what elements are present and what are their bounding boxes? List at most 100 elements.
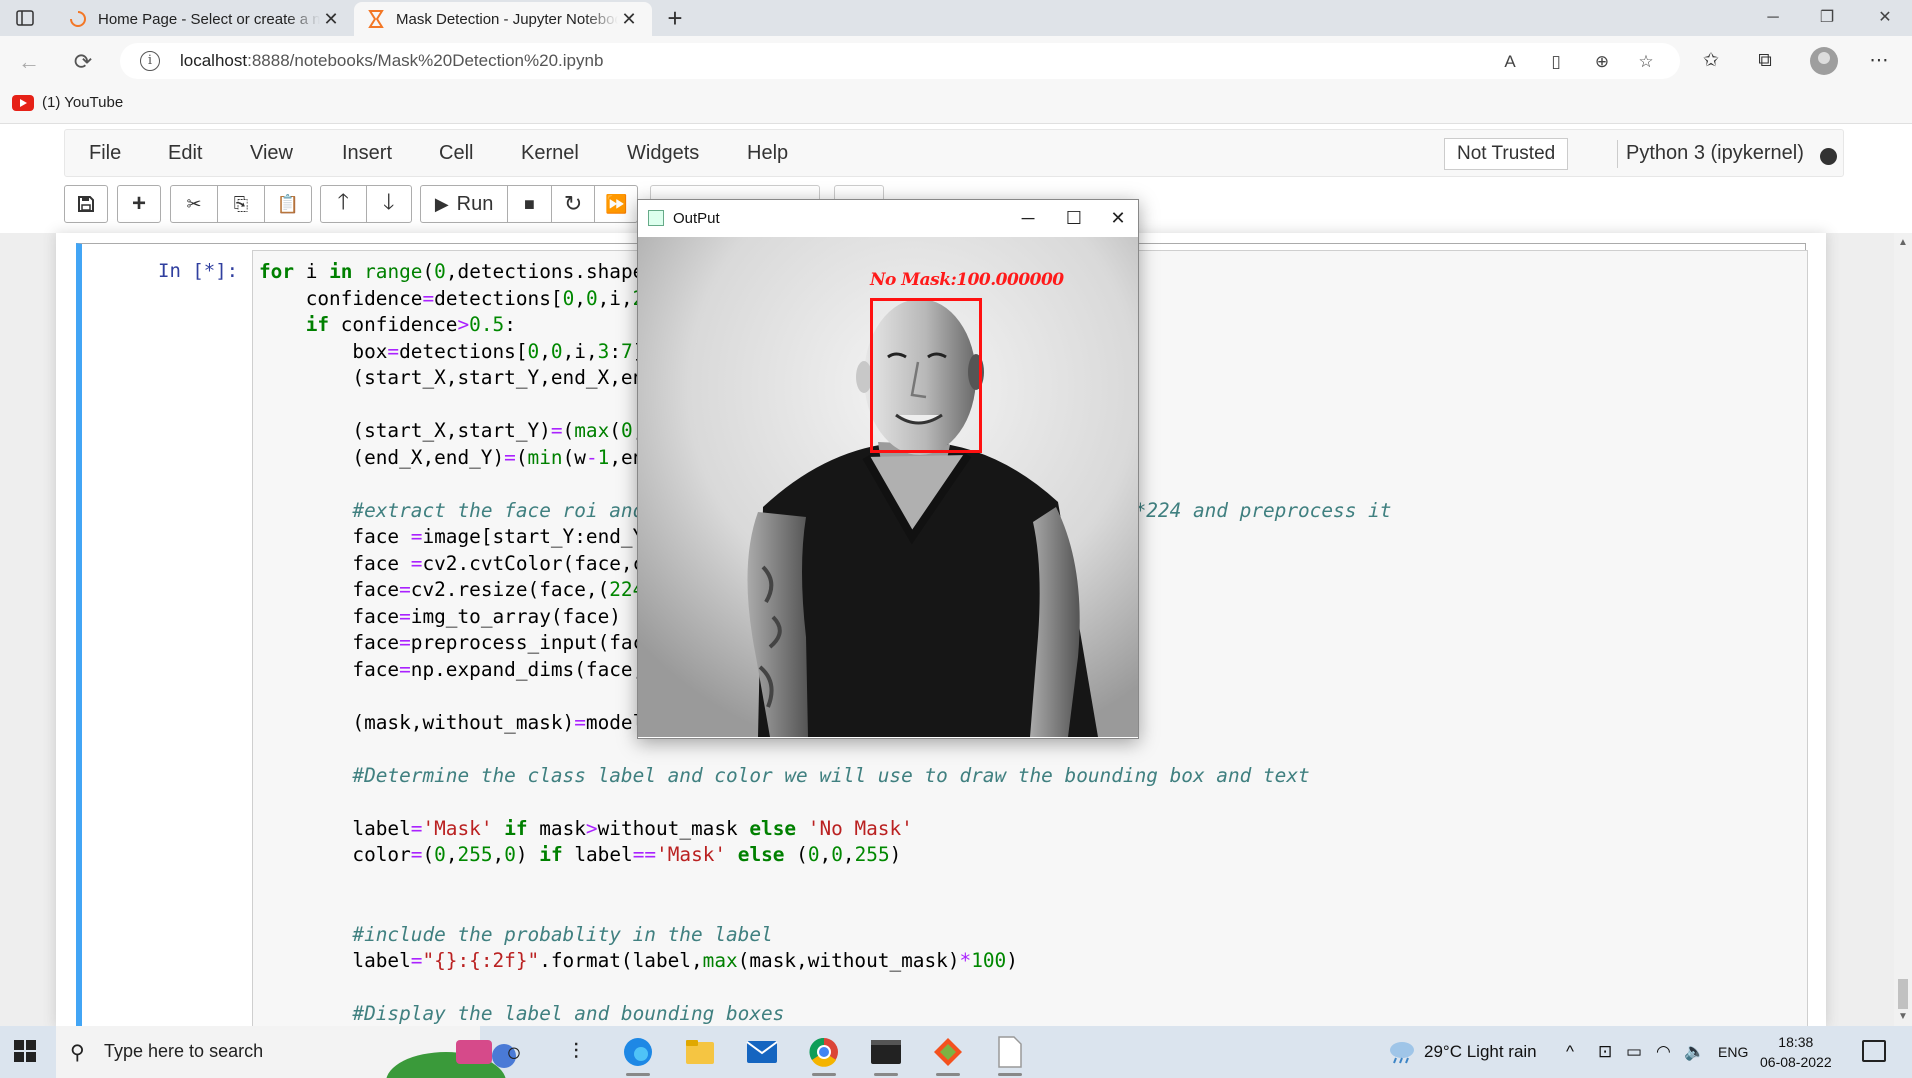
menu-insert[interactable]: Insert (342, 142, 392, 165)
output-titlebar[interactable]: OutPut ─ ☐ ✕ (638, 200, 1138, 237)
scroll-down-icon[interactable]: ▼ (1898, 1011, 1908, 1022)
menu-bar: File Edit View Insert Cell Kernel Widget… (64, 129, 1844, 177)
hourglass-icon (366, 9, 386, 29)
menu-widgets[interactable]: Widgets (627, 142, 699, 165)
tab-title: Mask Detection - Jupyter Notebook (396, 10, 618, 28)
edge-icon[interactable] (618, 1032, 658, 1076)
menu-kernel[interactable]: Kernel (521, 142, 579, 165)
move-button-group: 🡑 🡓 (320, 185, 412, 223)
immersive-reader-icon[interactable]: ▯ (1544, 50, 1568, 74)
more-icon[interactable]: ⋯ (1864, 46, 1894, 76)
fast-forward-icon[interactable]: ⏩ (595, 186, 637, 222)
menu-view[interactable]: View (250, 142, 293, 165)
taskbar-clock[interactable]: 18:38 06-08-2022 (1760, 1032, 1832, 1072)
notification-icon[interactable] (1862, 1040, 1886, 1062)
mail-icon[interactable] (742, 1032, 782, 1072)
maximize-icon[interactable]: ☐ (1054, 204, 1094, 232)
not-trusted-button[interactable]: Not Trusted (1444, 138, 1569, 170)
back-icon[interactable]: ← (14, 47, 44, 77)
bookmark-label: (1) YouTube (42, 94, 124, 111)
file-explorer-icon[interactable] (680, 1032, 720, 1072)
kernel-separator (1617, 140, 1618, 168)
profile-avatar[interactable] (1810, 47, 1838, 75)
volume-icon[interactable]: 🔈 (1684, 1042, 1705, 1062)
info-icon[interactable]: i (140, 51, 160, 71)
taskbar-search[interactable]: ⚲ Type here to search (56, 1026, 516, 1078)
document-icon[interactable] (990, 1032, 1030, 1076)
refresh-icon[interactable]: ⟳ (68, 47, 98, 77)
save-icon (78, 196, 94, 212)
kernel-busy-indicator (1820, 148, 1837, 165)
cut-icon[interactable]: ✂ (171, 186, 218, 222)
url-path: :8888/notebooks/Mask%20Detection%20.ipyn… (247, 51, 604, 70)
run-label: Run (456, 192, 494, 215)
window-app-icon (648, 210, 664, 226)
close-icon[interactable]: ✕ (1098, 204, 1138, 232)
restart-icon[interactable]: ↻ (552, 186, 596, 222)
tab-mask-detection[interactable]: Mask Detection - Jupyter Notebook ✕ (354, 2, 652, 36)
task-view-icon[interactable]: ○ (494, 1032, 534, 1072)
windows-start-icon[interactable] (14, 1040, 36, 1062)
restore-icon[interactable]: ❐ (1804, 0, 1850, 36)
output-window[interactable]: OutPut ─ ☐ ✕ No Mask:100.000000 (637, 199, 1139, 739)
face-bounding-box (870, 298, 982, 453)
bookmarks-bar: (1) YouTube (0, 86, 1912, 124)
clock-time: 18:38 (1778, 1034, 1814, 1050)
git-gui-icon[interactable] (928, 1032, 968, 1076)
battery-icon[interactable]: ▭ (1626, 1042, 1642, 1062)
tab-title: Home Page - Select or create a notebook (98, 10, 320, 28)
page-scrollbar[interactable]: ▲ ▼ (1894, 233, 1912, 1026)
chevron-up-icon[interactable]: ^ (1566, 1042, 1574, 1062)
chrome-icon[interactable] (804, 1032, 844, 1076)
arrow-up-icon[interactable]: 🡑 (321, 186, 367, 222)
url-text[interactable]: localhost:8888/notebooks/Mask%20Detectio… (180, 51, 603, 71)
run-button-group: ▶ Run ■ ↻ ⏩ (420, 185, 638, 223)
meet-now-icon[interactable]: ⊡ (1598, 1042, 1612, 1062)
zoom-icon[interactable]: ⊕ (1590, 50, 1614, 74)
menu-edit[interactable]: Edit (168, 142, 202, 165)
cell-prompt: In [*]: (158, 260, 239, 282)
tab-actions-icon[interactable] (10, 6, 40, 30)
menu-help[interactable]: Help (747, 142, 788, 165)
minimize-icon[interactable]: ─ (1750, 0, 1796, 36)
language-indicator[interactable]: ENG (1718, 1044, 1748, 1060)
paste-icon[interactable]: 📋 (265, 186, 311, 222)
address-bar[interactable]: i localhost:8888/notebooks/Mask%20Detect… (120, 43, 1680, 79)
widgets-icon[interactable]: ⫶ (556, 1032, 596, 1072)
output-window-title: OutPut (673, 210, 720, 227)
close-icon[interactable]: ✕ (618, 8, 640, 30)
minimize-icon[interactable]: ─ (1008, 204, 1048, 232)
close-icon[interactable]: ✕ (320, 8, 342, 30)
save-button[interactable] (64, 185, 108, 223)
insert-cell-button[interactable]: + (117, 185, 161, 223)
stop-icon[interactable]: ■ (508, 186, 552, 222)
scroll-up-icon[interactable]: ▲ (1898, 237, 1908, 248)
wifi-icon[interactable]: ◠ (1656, 1042, 1671, 1062)
weather-text[interactable]: 29°C Light rain (1424, 1042, 1537, 1062)
menu-file[interactable]: File (89, 142, 121, 165)
weather-icon[interactable] (1386, 1038, 1416, 1069)
collections-icon[interactable]: ⧉ (1750, 46, 1780, 76)
menu-cell[interactable]: Cell (439, 142, 473, 165)
new-tab-button[interactable]: + (660, 4, 690, 32)
search-placeholder: Type here to search (104, 1041, 264, 1061)
bookmark-youtube[interactable]: (1) YouTube (12, 94, 123, 111)
read-aloud-icon[interactable]: A (1498, 50, 1522, 74)
browser-tab-bar: Home Page - Select or create a notebook … (0, 0, 1912, 36)
terminal-icon[interactable] (866, 1032, 906, 1076)
detection-image: No Mask:100.000000 (638, 237, 1138, 737)
url-host: localhost (180, 51, 248, 70)
play-icon: ▶ (434, 193, 449, 214)
youtube-icon (12, 94, 34, 111)
copy-icon[interactable]: ⎘ (218, 186, 265, 222)
run-button[interactable]: ▶ Run (421, 186, 509, 222)
arrow-down-icon[interactable]: 🡓 (367, 186, 412, 222)
search-icon: ⚲ (70, 1042, 85, 1064)
kernel-name[interactable]: Python 3 (ipykernel) (1626, 142, 1804, 165)
address-row: ← ⟳ i localhost:8888/notebooks/Mask%20De… (0, 36, 1912, 86)
tab-home-page[interactable]: Home Page - Select or create a notebook … (56, 2, 354, 36)
favorite-add-icon[interactable]: ☆ (1634, 50, 1658, 74)
scrollbar-thumb[interactable] (1898, 979, 1908, 1009)
favorites-icon[interactable]: ✩ (1696, 46, 1726, 76)
window-close-icon[interactable]: ✕ (1862, 0, 1908, 36)
